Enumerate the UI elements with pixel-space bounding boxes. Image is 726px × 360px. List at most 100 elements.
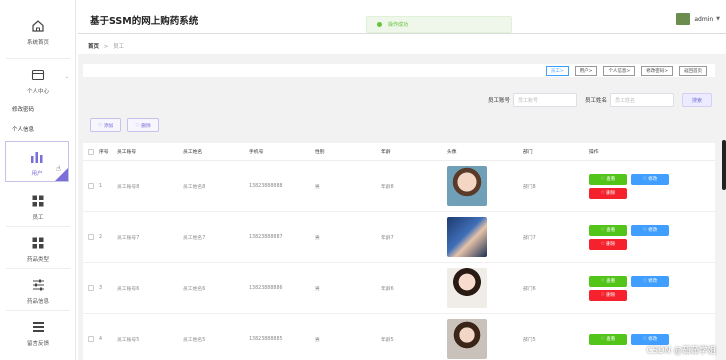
divider [6, 226, 70, 227]
row-delete-button[interactable]: ♡ 删除 [589, 238, 627, 250]
cell-phone: 13823888885 [249, 336, 283, 342]
row-checkbox[interactable] [88, 183, 94, 189]
delete-button[interactable]: ♡ 删除 [127, 118, 159, 132]
col-gender: 性别 [315, 150, 325, 155]
select-all-checkbox[interactable] [88, 148, 94, 155]
tag-home[interactable]: 返回首页 [679, 66, 707, 76]
add-button[interactable]: ♡ 添加 [90, 118, 122, 132]
sidebar-item-users[interactable]: 用户 ☝ [5, 141, 69, 182]
col-avatar: 头像 [447, 150, 457, 155]
row-delete-button[interactable]: ♡ 删除 [589, 187, 627, 199]
search-label-account: 员工账号 [488, 98, 511, 104]
table-row: 4 员工账号5 员工姓名5 13823888885 男 年龄5 部门5 ♡ 查看… [83, 314, 715, 360]
tag-change-password[interactable]: 修改密码> [641, 66, 673, 76]
cell-phone: 13823888887 [249, 234, 283, 240]
cell-dept: 部门7 [523, 235, 536, 241]
cell-name: 员工姓名5 [183, 337, 206, 343]
app-title: 基于SSM的网上购药系统 [90, 16, 199, 27]
edit-button[interactable]: ♡ 修改 [631, 224, 669, 236]
col-name: 员工姓名 [183, 150, 203, 155]
row-checkbox[interactable] [88, 234, 94, 240]
account-search-input[interactable]: 员工账号 [513, 93, 578, 107]
cell-name: 员工姓名6 [183, 286, 206, 292]
cell-dept: 部门8 [523, 184, 536, 190]
col-index: 序号 [99, 150, 109, 155]
monitor-icon [30, 67, 46, 83]
view-button[interactable]: ♡ 查看 [589, 333, 627, 345]
view-button[interactable]: ♡ 查看 [589, 224, 627, 236]
table-row: 3 员工账号6 员工姓名6 13823888886 男 年龄6 部门6 ♡ 查看… [83, 263, 715, 314]
app-root: 系统首页 个人中心 ⌄ 修改密码 个人信息 用户 ☝ 员工 药品类型 药品信息 … [0, 0, 726, 360]
cell-gender: 男 [315, 235, 320, 241]
tag-users[interactable]: 用户> [574, 66, 598, 76]
cell-account: 员工账号6 [117, 286, 140, 292]
sidebar-item-home[interactable]: 系统首页 [0, 14, 76, 50]
cell-age: 年龄6 [381, 286, 394, 292]
cell-account: 员工账号8 [117, 184, 140, 190]
sidebar-personal-label: 个人中心 [26, 89, 49, 95]
avatar [447, 319, 487, 359]
success-icon [377, 22, 382, 27]
action-buttons: ♡ 添加 ♡ 删除 [90, 118, 159, 132]
sidebar-users-label: 用户 [31, 171, 43, 177]
sidebar-item-drug-type[interactable]: 药品类型 [0, 230, 76, 268]
cell-age: 年龄5 [381, 337, 394, 343]
sidebar-sub-change-password[interactable]: 修改密码 [0, 100, 76, 120]
user-name: admin [694, 15, 714, 23]
col-actions: 操作 [589, 150, 599, 155]
cell-index: 4 [99, 336, 103, 342]
sidebar-drug-type-label: 药品类型 [26, 257, 49, 263]
tag-profile[interactable]: 个人信息> [603, 66, 636, 76]
edit-button[interactable]: ♡ 修改 [631, 333, 669, 345]
user-menu[interactable]: admin ▼ [676, 13, 720, 25]
top-header: 基于SSM的网上购药系统 操作成功 admin ▼ [78, 0, 726, 34]
sidebar-item-feedback[interactable]: 留言反馈 [0, 314, 76, 352]
divider [6, 268, 70, 269]
cell-gender: 男 [315, 184, 320, 190]
breadcrumb: 首页 > 员工 [88, 42, 124, 50]
row-checkbox[interactable] [88, 285, 94, 291]
sidebar-item-staff[interactable]: 员工 [0, 188, 76, 226]
cell-dept: 部门5 [523, 337, 536, 343]
menu-lines-icon [30, 319, 46, 335]
search-label-name: 员工姓名 [585, 98, 608, 104]
edit-button[interactable]: ♡ 修改 [631, 275, 669, 287]
cell-dept: 部门6 [523, 286, 536, 292]
sidebar-home-label: 系统首页 [26, 40, 49, 46]
row-delete-button[interactable]: ♡ 删除 [589, 289, 627, 301]
main-content: 员工> 用户> 个人信息> 修改密码> 返回首页 员工账号 员工账号 员工姓名 … [78, 54, 726, 360]
edit-button[interactable]: ♡ 修改 [631, 173, 669, 185]
avatar [676, 13, 691, 25]
cell-phone: 13823888888 [249, 183, 283, 189]
tag-staff[interactable]: 员工> [545, 66, 569, 76]
sidebar: 系统首页 个人中心 ⌄ 修改密码 个人信息 用户 ☝ 员工 药品类型 药品信息 … [0, 0, 76, 360]
cell-age: 年龄7 [381, 235, 394, 241]
tag-strip: 员工> 用户> 个人信息> 修改密码> 返回首页 [83, 64, 715, 77]
search-button[interactable]: 搜索 [682, 93, 713, 107]
cell-name: 员工姓名8 [183, 184, 206, 190]
staff-table: 序号 员工账号 员工姓名 手机号 性别 年龄 头像 部门 操作 1 员工账号8 … [83, 143, 715, 360]
sidebar-staff-label: 员工 [32, 215, 44, 221]
divider [6, 310, 70, 311]
cell-gender: 男 [315, 337, 320, 343]
toast-text: 操作成功 [388, 22, 409, 28]
chevron-down-icon: ⌄ [64, 74, 69, 80]
view-button[interactable]: ♡ 查看 [589, 173, 627, 185]
breadcrumb-home[interactable]: 首页 [88, 44, 99, 50]
table-row: 2 员工账号7 员工姓名7 13823888887 男 年龄7 部门7 ♡ 查看… [83, 212, 715, 263]
grid-icon [30, 193, 46, 209]
window-edge-scrollbar[interactable] [722, 140, 726, 190]
row-checkbox[interactable] [88, 336, 94, 342]
view-button[interactable]: ♡ 查看 [589, 275, 627, 287]
cell-index: 2 [99, 234, 103, 240]
name-search-input[interactable]: 员工姓名 [610, 93, 675, 107]
table-row: 1 员工账号8 员工姓名8 13823888888 男 年龄8 部门8 ♡ 查看… [83, 161, 715, 212]
sidebar-item-personal[interactable]: 个人中心 ⌄ [0, 66, 76, 96]
active-corner-marker [55, 168, 68, 181]
sidebar-feedback-label: 留言反馈 [26, 341, 49, 347]
avatar [447, 217, 487, 257]
sidebar-item-drug-info[interactable]: 药品信息 [0, 272, 76, 310]
watermark: CSDN @茹茹学姐 [646, 346, 716, 356]
sidebar-sub-profile[interactable]: 个人信息 [0, 120, 76, 140]
home-icon [30, 18, 46, 34]
